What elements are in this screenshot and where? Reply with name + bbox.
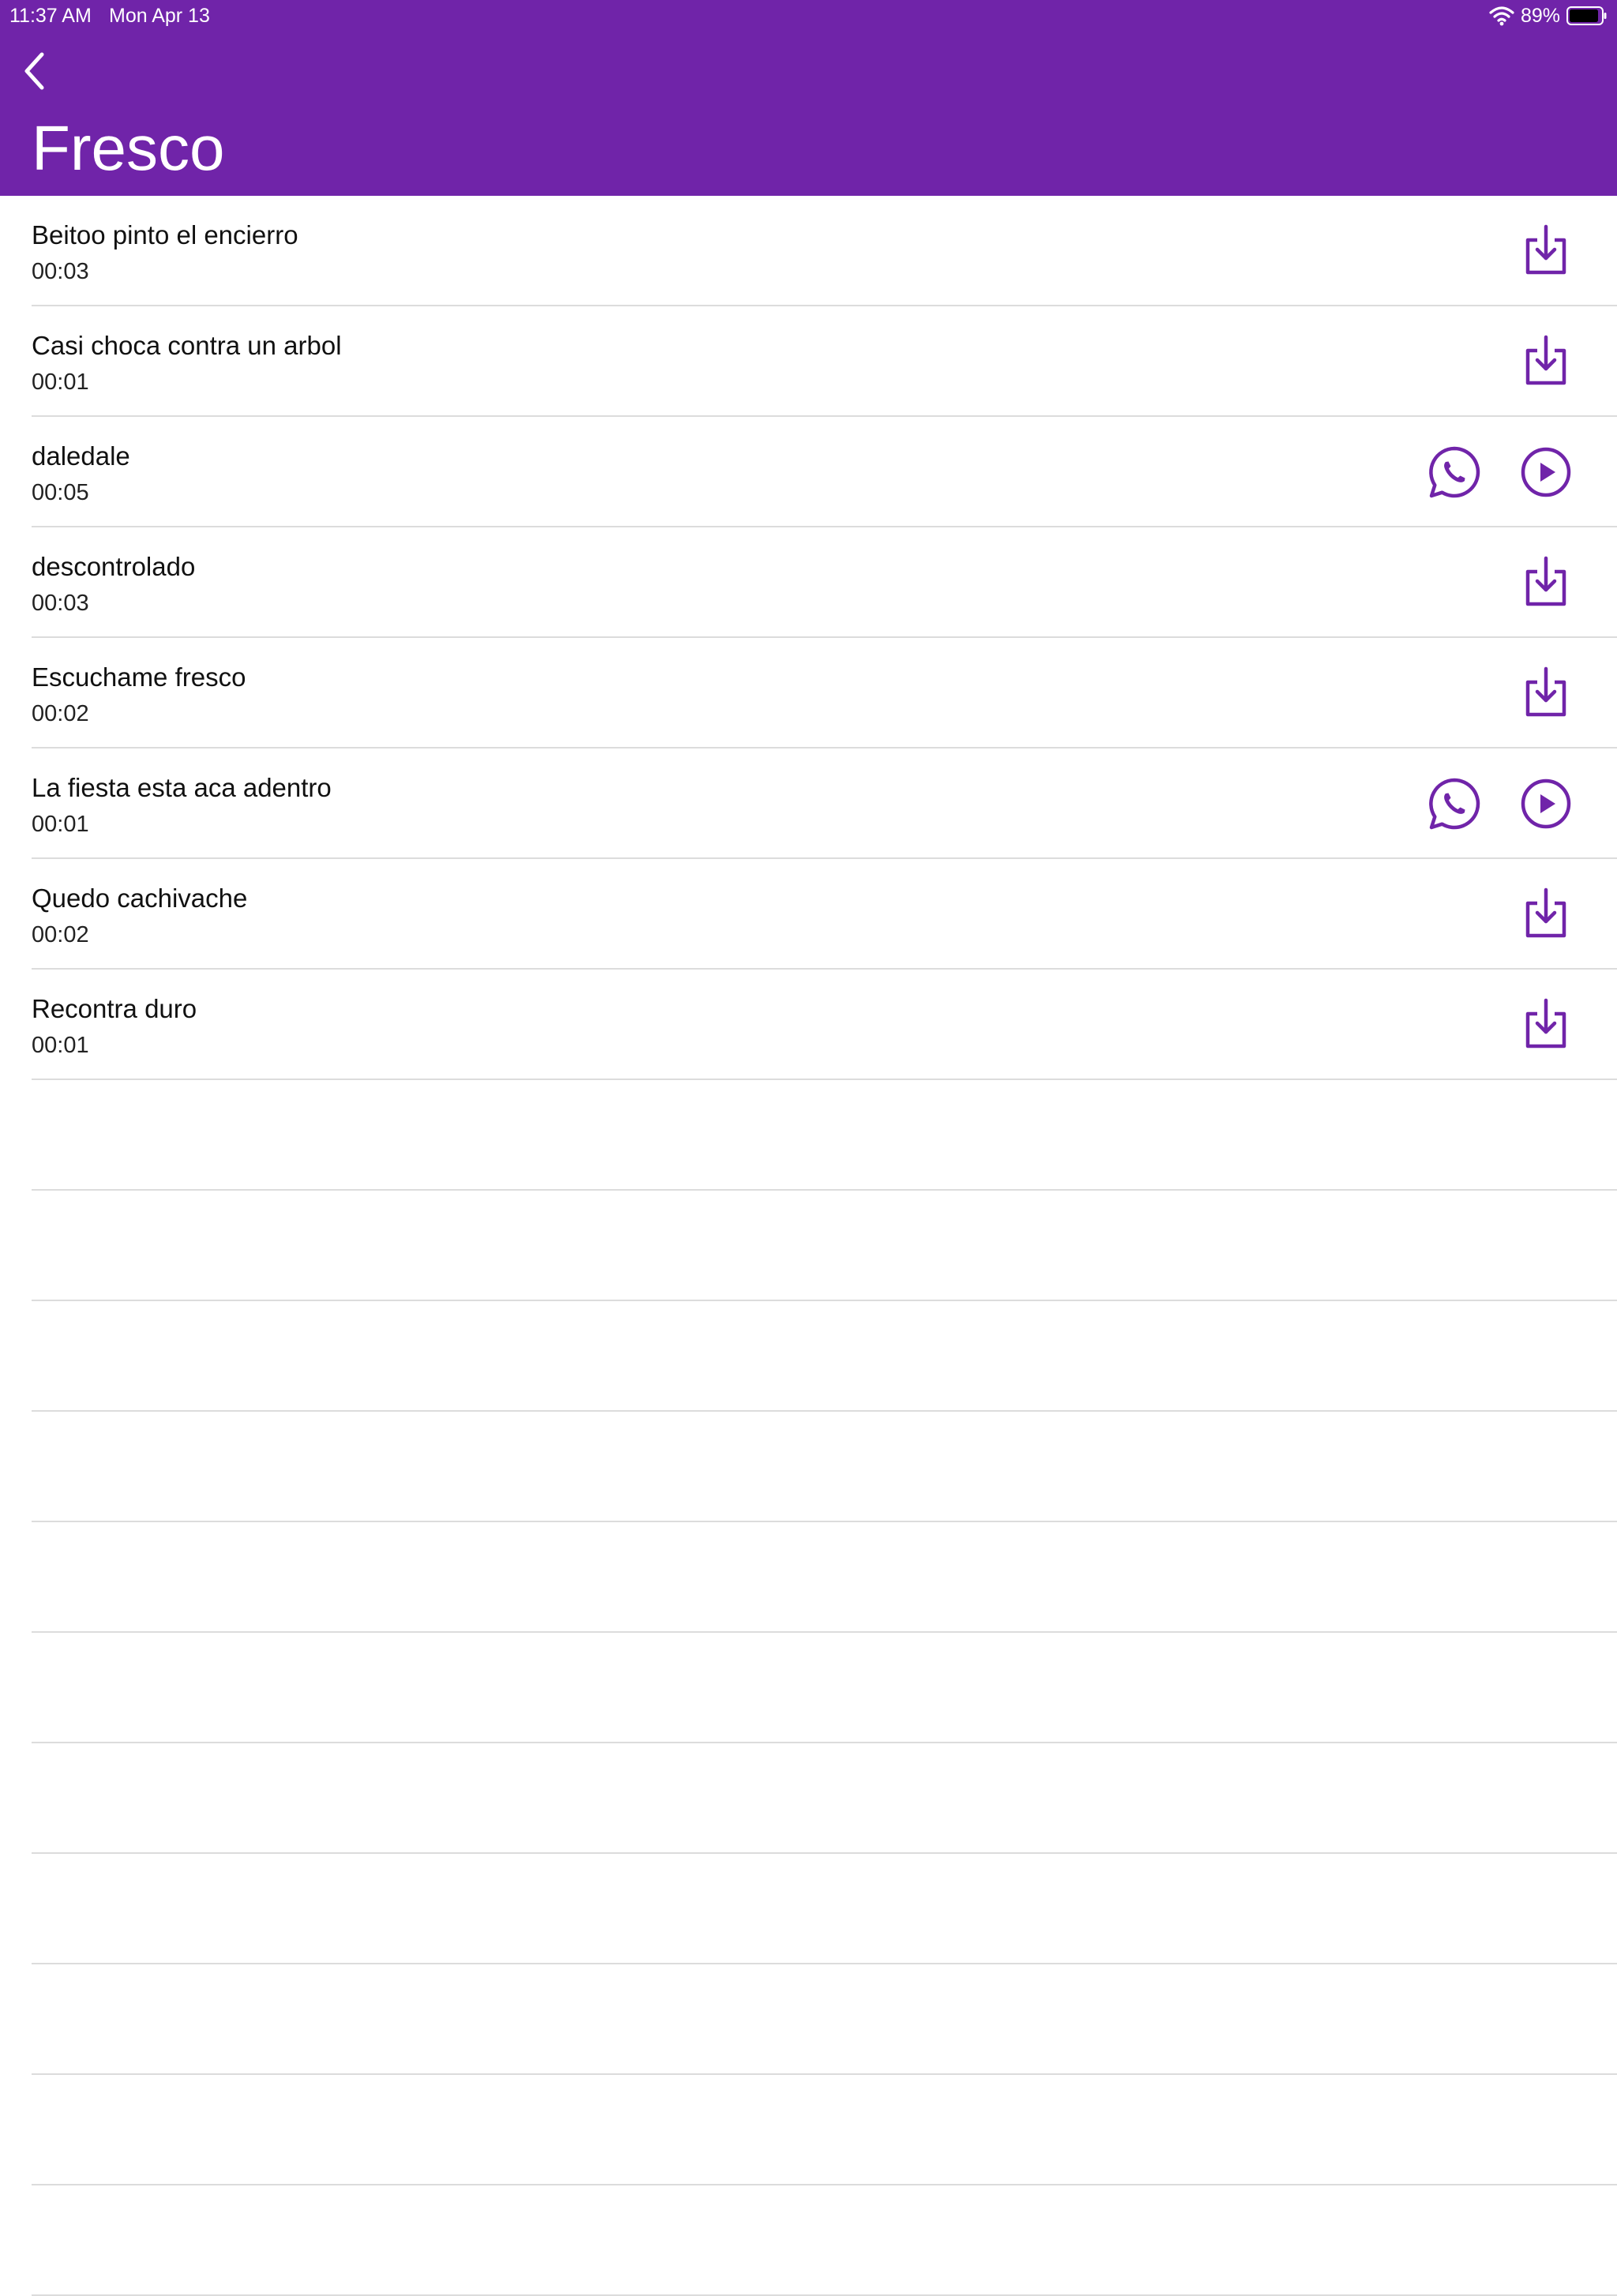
download-button[interactable] — [1518, 334, 1574, 389]
empty-row — [32, 1964, 1617, 2075]
empty-row — [32, 1301, 1617, 1412]
sound-title: Beitoo pinto el encierro — [32, 220, 298, 249]
download-icon — [1525, 887, 1566, 938]
page-title: Fresco — [32, 113, 225, 183]
download-icon — [1525, 998, 1566, 1049]
share-whatsapp-button[interactable] — [1427, 445, 1482, 500]
sound-row[interactable]: Casi choca contra un arbol 00:01 — [32, 306, 1617, 417]
status-bar: 11:37 AM Mon Apr 13 89% — [0, 0, 1617, 32]
sound-row[interactable]: Escuchame fresco 00:02 — [32, 638, 1617, 748]
sound-row[interactable]: Quedo cachivache 00:02 — [32, 859, 1617, 970]
status-date: Mon Apr 13 — [109, 5, 210, 27]
sound-title: Casi choca contra un arbol — [32, 331, 342, 360]
chevron-left-icon — [24, 52, 44, 90]
empty-row — [32, 1743, 1617, 1854]
sound-row[interactable]: Beitoo pinto el encierro 00:03 — [32, 196, 1617, 306]
wifi-icon — [1489, 6, 1514, 26]
status-right: 89% — [1489, 3, 1608, 28]
sound-duration: 00:02 — [32, 922, 89, 947]
empty-row — [32, 2185, 1617, 2296]
download-button[interactable] — [1518, 997, 1574, 1052]
play-button[interactable] — [1518, 776, 1574, 831]
sound-duration: 00:02 — [32, 701, 89, 726]
download-icon — [1525, 335, 1566, 385]
empty-row — [32, 1191, 1617, 1301]
sound-title: La fiesta esta aca adentro — [32, 773, 332, 802]
play-button[interactable] — [1518, 445, 1574, 500]
sound-row[interactable]: La fiesta esta aca adentro 00:01 — [32, 748, 1617, 859]
whatsapp-icon — [1429, 778, 1480, 830]
sound-title: descontrolado — [32, 552, 196, 581]
empty-row — [32, 1633, 1617, 1743]
status-time: 11:37 AM — [9, 5, 92, 27]
sound-duration: 00:03 — [32, 259, 89, 284]
sound-duration: 00:01 — [32, 370, 89, 395]
share-whatsapp-button[interactable] — [1427, 776, 1482, 831]
download-button[interactable] — [1518, 555, 1574, 610]
download-icon — [1525, 666, 1566, 717]
sound-row[interactable]: daledale 00:05 — [32, 417, 1617, 527]
sound-duration: 00:01 — [32, 812, 89, 837]
download-button[interactable] — [1518, 887, 1574, 942]
battery-icon — [1566, 6, 1607, 25]
sound-duration: 00:03 — [32, 591, 89, 616]
sound-title: Escuchame fresco — [32, 662, 246, 692]
download-icon — [1525, 224, 1566, 275]
play-icon — [1521, 447, 1571, 497]
empty-row — [32, 1522, 1617, 1633]
sound-row[interactable]: Recontra duro 00:01 — [32, 970, 1617, 1080]
whatsapp-icon — [1429, 446, 1480, 498]
sound-list: Beitoo pinto el encierro 00:03 Casi choc… — [0, 196, 1617, 2296]
empty-row — [32, 1080, 1617, 1191]
empty-row — [32, 1854, 1617, 1964]
sound-title: Quedo cachivache — [32, 884, 248, 913]
app-header: 11:37 AM Mon Apr 13 89% Fresco — [0, 0, 1617, 196]
sound-title: Recontra duro — [32, 994, 197, 1023]
download-icon — [1525, 556, 1566, 606]
download-button[interactable] — [1518, 223, 1574, 279]
battery-percent: 89% — [1520, 4, 1560, 27]
play-icon — [1521, 778, 1571, 829]
sound-row[interactable]: descontrolado 00:03 — [32, 527, 1617, 638]
download-button[interactable] — [1518, 666, 1574, 721]
sound-title: daledale — [32, 441, 130, 471]
empty-row — [32, 2075, 1617, 2185]
empty-row — [32, 1412, 1617, 1522]
back-button[interactable] — [13, 46, 57, 96]
sound-duration: 00:01 — [32, 1033, 89, 1058]
sound-duration: 00:05 — [32, 480, 89, 505]
